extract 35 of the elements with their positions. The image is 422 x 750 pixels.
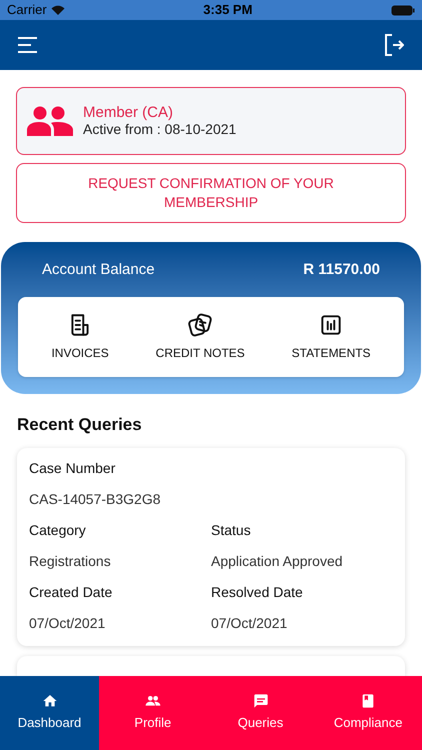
query-card[interactable]: Case Number CAS-14057-B3G2G8 Category Registrations Status Application Approved Created Date 07/Oct/2021 Resolved Date 07/Oct/2021: [17, 448, 405, 646]
people-icon: [27, 106, 73, 136]
membership-title: Member (CA): [83, 104, 174, 121]
tab[interactable]: Queries: [206, 676, 314, 750]
balance-amount: R 11570.00: [303, 260, 380, 280]
tab[interactable]: Profile: [99, 676, 207, 750]
tab[interactable]: Dashboard: [0, 676, 99, 750]
field-label: Created Date: [29, 582, 114, 602]
battery-icon: [391, 4, 415, 16]
field-value: CAS-14057-B3G2G8: [29, 490, 162, 508]
shortcut-button[interactable]: INVOICES: [51, 312, 109, 362]
field-value: 07/Oct/2021: [29, 614, 106, 632]
field-label: Resolved Date: [211, 582, 304, 602]
active-from-text: Active from : 08-10-2021: [83, 121, 236, 138]
field-value: 07/Oct/2021: [211, 614, 288, 632]
notes-icon: [187, 312, 214, 338]
field-value: Registrations: [29, 552, 112, 571]
tab[interactable]: Compliance: [314, 676, 422, 750]
shortcut-button[interactable]: STATEMENTS: [292, 312, 371, 362]
wifi-icon: [50, 5, 65, 15]
field-value: Application Approved: [211, 552, 344, 571]
balance-label: Account Balance: [42, 260, 155, 280]
carrier-label: Carrier: [7, 1, 47, 20]
request-confirmation-button[interactable]: REQUEST CONFIRMATION OF YOUR MEMBERSHIP: [16, 163, 406, 223]
shortcut-button[interactable]: CREDIT NOTES: [156, 312, 245, 362]
chat-icon: [252, 693, 268, 710]
menu-icon[interactable]: [18, 36, 38, 54]
field-label: Case Number: [29, 458, 116, 478]
field-label: Category: [29, 520, 87, 540]
field-label: Status: [211, 520, 252, 540]
logout-icon[interactable]: [384, 34, 404, 56]
section-title: Recent Queries: [16, 414, 143, 436]
book-icon: [360, 693, 376, 710]
clock-time: 3:35 PM: [203, 1, 252, 20]
home-icon: [42, 693, 58, 710]
